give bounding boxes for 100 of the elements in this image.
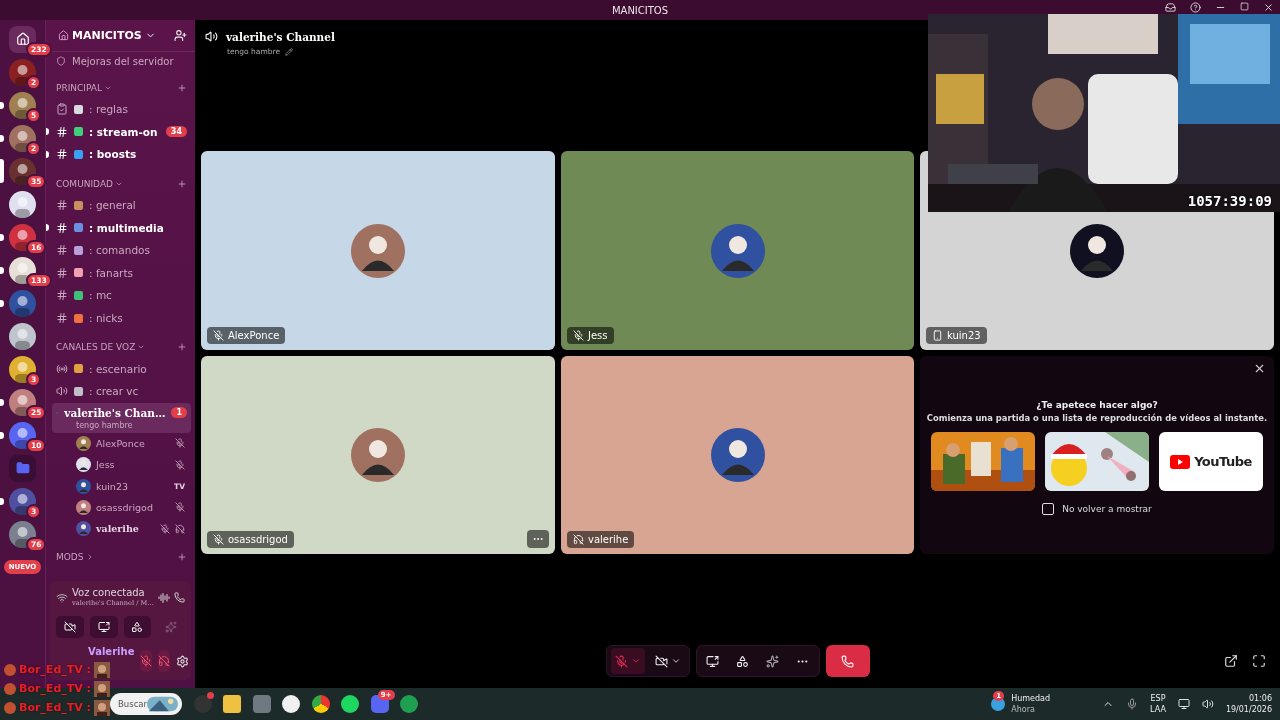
active-voice-channel[interactable]: valerihe's Chan… 1 tengo hambre <box>52 402 191 433</box>
clock-time[interactable]: 01:06 <box>1248 693 1272 704</box>
taskbar-app[interactable] <box>370 695 389 713</box>
boost-link[interactable]: Mejoras del servidor <box>52 54 191 68</box>
server-icon[interactable] <box>9 124 36 152</box>
channel-item[interactable]: : reglas <box>52 98 191 121</box>
channel-item[interactable]: : crear vc <box>52 379 191 403</box>
channel-item[interactable]: : comandos <box>52 238 191 262</box>
mic-muted-icon <box>614 654 628 668</box>
taskbar-app[interactable] <box>282 695 301 713</box>
channel-item[interactable]: : fanarts <box>52 261 191 285</box>
maximize-icon[interactable] <box>1240 2 1249 11</box>
channel-item[interactable]: : nicks <box>52 306 191 330</box>
member-name: osassdrigod <box>96 501 154 513</box>
channel-item[interactable]: : boosts <box>52 143 191 166</box>
server-name[interactable]: MANICITOS <box>58 29 156 42</box>
taskbar-app[interactable] <box>223 695 242 713</box>
disconnect-button[interactable] <box>825 645 870 677</box>
add-channel-icon[interactable] <box>177 83 187 93</box>
pop-out-icon[interactable] <box>1224 654 1238 668</box>
emote-icon <box>4 701 16 714</box>
help-icon[interactable] <box>1190 2 1201 13</box>
server-icon[interactable] <box>9 58 36 86</box>
channel-name: : escenario <box>89 362 148 375</box>
voice-member[interactable]: AlexPonce <box>52 432 191 454</box>
folder-icon <box>15 461 30 475</box>
channel-item[interactable]: : general <box>52 193 191 217</box>
category-header[interactable]: MODS <box>52 547 191 568</box>
folder-button[interactable] <box>9 454 36 482</box>
participant-name: AlexPonce <box>207 327 286 344</box>
headphones-off-icon <box>158 655 171 667</box>
activities-button[interactable] <box>123 616 152 638</box>
avatar <box>76 457 91 473</box>
server-icon[interactable] <box>9 487 36 515</box>
taskbar-app[interactable] <box>311 695 330 713</box>
participant-name: Jess <box>567 327 614 344</box>
server-icon[interactable] <box>9 91 36 119</box>
edit-icon[interactable] <box>285 47 293 56</box>
member-name: valerihe <box>96 523 140 535</box>
add-channel-icon[interactable] <box>177 552 187 563</box>
add-channel-icon[interactable] <box>177 342 187 353</box>
avatar <box>1070 223 1124 278</box>
participant-tile[interactable]: Jess <box>561 151 914 350</box>
screen-share-button[interactable] <box>89 616 118 638</box>
mute-button[interactable] <box>610 648 645 674</box>
keyboard-layout[interactable]: LAA <box>1150 704 1166 715</box>
camera-button[interactable] <box>56 616 84 638</box>
taskbar-app[interactable] <box>341 695 360 713</box>
fullscreen-icon[interactable] <box>1252 654 1266 668</box>
close-button[interactable] <box>1253 362 1266 375</box>
server-icon[interactable] <box>9 289 36 317</box>
checkbox[interactable] <box>1042 503 1055 515</box>
mute-button[interactable] <box>140 650 153 672</box>
more-button[interactable] <box>527 530 549 548</box>
avatar <box>76 521 91 537</box>
language-code[interactable]: ESP <box>1150 693 1166 704</box>
participant-tile[interactable]: AlexPonce <box>201 151 555 350</box>
channel-name: : nicks <box>89 312 124 325</box>
channel-item[interactable]: : multimedia <box>52 216 191 239</box>
clock-date[interactable]: 19/01/2026 <box>1225 704 1272 715</box>
weather-title[interactable]: Humedad <box>1011 693 1051 704</box>
server-icon[interactable] <box>9 322 36 350</box>
voice-member[interactable]: osassdrigod <box>52 496 191 519</box>
category-header[interactable]: COMUNIDAD <box>52 173 191 194</box>
voice-member[interactable]: Jess <box>52 453 191 476</box>
participant-tile[interactable]: valerihe <box>561 356 914 554</box>
avatar <box>76 478 91 494</box>
network-icon[interactable] <box>1177 698 1190 710</box>
chat-username: Bor_Ed_TV : <box>19 663 91 676</box>
search-field[interactable]: Buscar <box>110 693 182 715</box>
channel-name: : reglas <box>89 103 129 116</box>
disconnect-icon[interactable] <box>174 592 185 603</box>
category-header[interactable]: CANALES DE VOZ <box>52 337 191 358</box>
screen-share-icon <box>706 654 719 668</box>
noise-icon[interactable] <box>158 591 170 604</box>
server-icon[interactable] <box>9 355 36 383</box>
microphone-icon[interactable] <box>1126 698 1139 710</box>
deafen-button[interactable] <box>158 650 171 672</box>
channel-item[interactable]: : stream-on 34 <box>52 120 191 144</box>
invite-icon[interactable] <box>174 29 187 42</box>
shield-icon <box>56 56 66 66</box>
notification-dot <box>206 692 214 699</box>
add-channel-icon[interactable] <box>177 178 187 189</box>
category-header[interactable]: PRINCIPAL <box>52 78 191 98</box>
inbox-icon[interactable] <box>1165 2 1176 13</box>
avatar <box>76 435 91 451</box>
window-title: MANICITOS <box>611 4 669 16</box>
server-icon[interactable] <box>9 190 36 218</box>
channel-item[interactable]: : escenario <box>52 357 191 380</box>
mention-badge: 1 <box>171 407 187 419</box>
avatar <box>710 223 765 278</box>
participant-tile[interactable]: osassdrigod <box>201 356 555 554</box>
volume-icon[interactable] <box>1201 698 1214 710</box>
activity-card[interactable]: YouTube <box>1159 432 1263 491</box>
activity-title: ¿Te apetece hacer algo? <box>1036 400 1158 410</box>
close-icon[interactable] <box>1263 2 1274 13</box>
channel-item[interactable]: : mc <box>52 284 191 307</box>
phone-icon <box>841 654 854 668</box>
voice-member[interactable]: valerihe <box>52 518 191 540</box>
card-label: YouTube <box>1194 454 1252 469</box>
